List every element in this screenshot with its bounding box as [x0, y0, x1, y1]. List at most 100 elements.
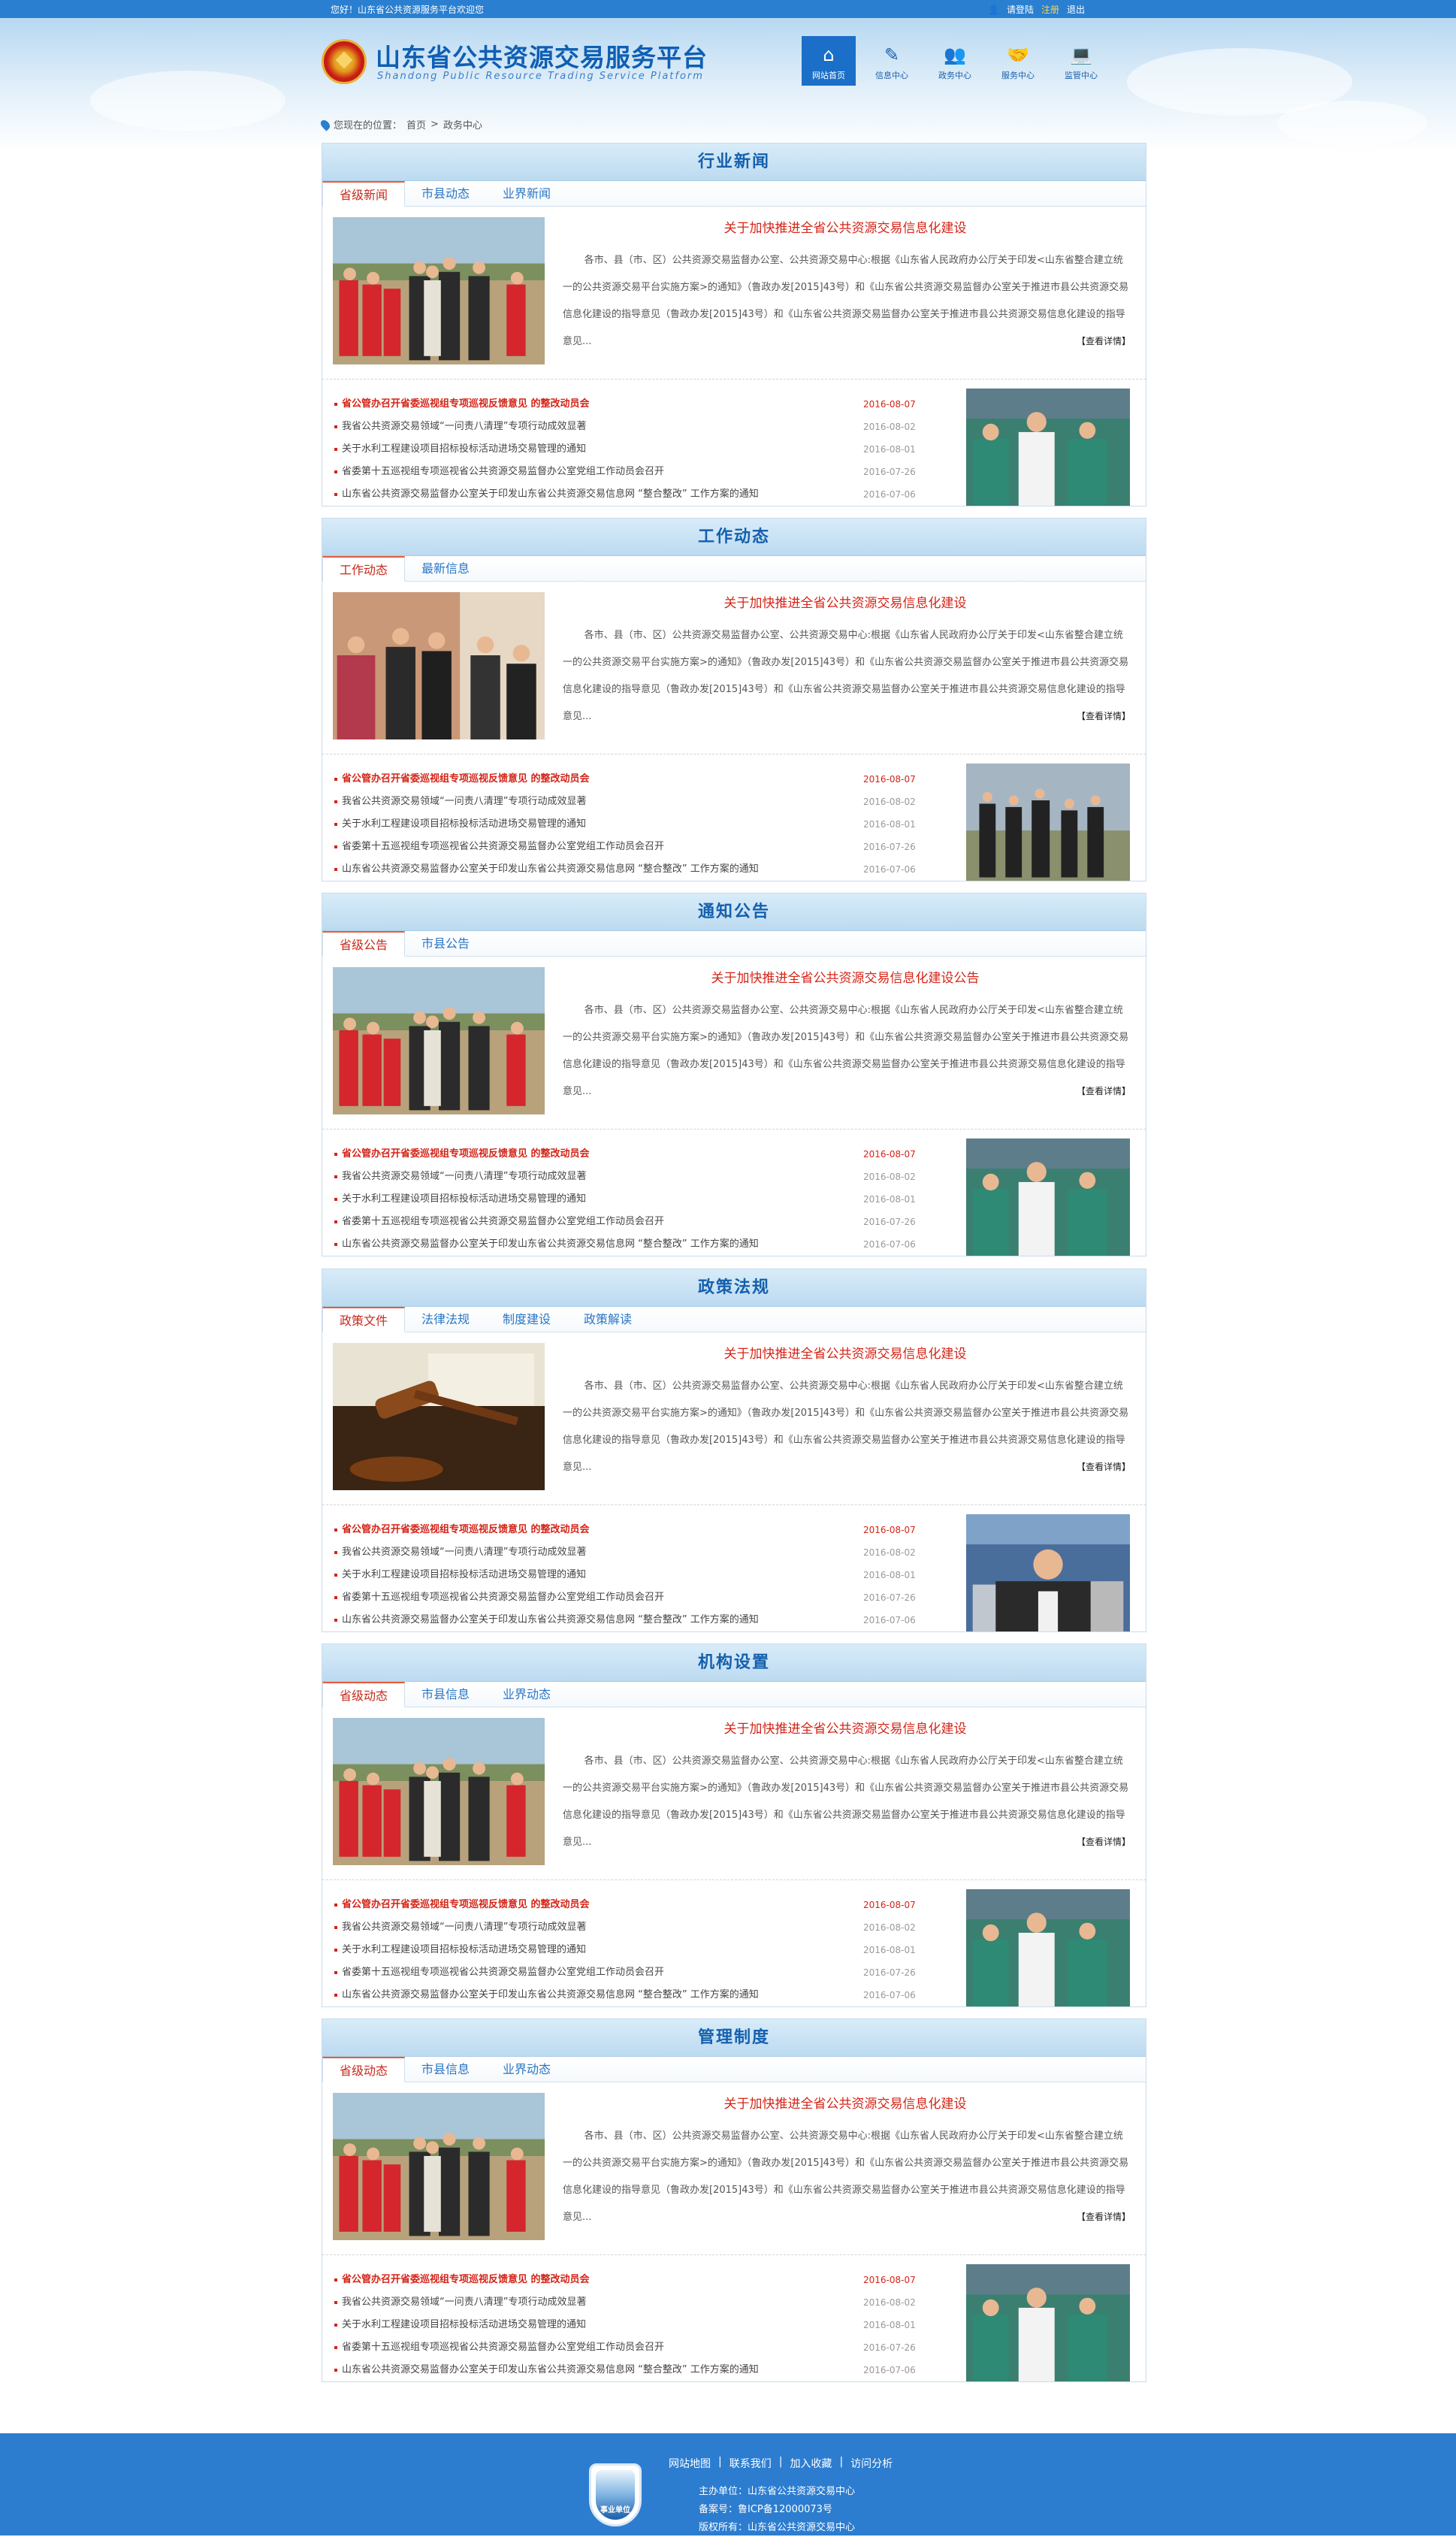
- featured-title[interactable]: 关于加快推进全省公共资源交易信息化建设: [560, 2093, 1131, 2112]
- news-item[interactable]: 我省公共资源交易领域“一问责八清理”专项行动成效显著 2016-08-02: [333, 1916, 938, 1939]
- news-item[interactable]: 关于水利工程建设项目招标投标活动进场交易管理的通知 2016-08-01: [333, 813, 938, 836]
- news-title[interactable]: 省公管办召开省委巡视组专项巡视反馈意见 的整改动员会: [333, 2269, 590, 2291]
- news-title[interactable]: 山东省公共资源交易监督办公室关于印发山东省公共资源交易信息网 “整合整改” 工作…: [333, 1984, 759, 2006]
- news-item[interactable]: 山东省公共资源交易监督办公室关于印发山东省公共资源交易信息网 “整合整改” 工作…: [333, 483, 938, 506]
- news-item[interactable]: 省委第十五巡视组专项巡视省公共资源交易监督办公室党组工作动员会召开 2016-07…: [333, 836, 938, 858]
- news-title[interactable]: 省委第十五巡视组专项巡视省公共资源交易监督办公室党组工作动员会召开: [333, 461, 664, 483]
- section-tab[interactable]: 市县信息: [405, 2057, 486, 2082]
- news-item[interactable]: 省公管办召开省委巡视组专项巡视反馈意见 的整改动员会 2016-08-07: [333, 1143, 938, 1166]
- news-item[interactable]: 关于水利工程建设项目招标投标活动进场交易管理的通知 2016-08-01: [333, 1939, 938, 1961]
- section-tab[interactable]: 法律法规: [405, 1307, 486, 1332]
- news-title[interactable]: 山东省公共资源交易监督办公室关于印发山东省公共资源交易信息网 “整合整改” 工作…: [333, 1609, 759, 1631]
- featured-photo[interactable]: [333, 1343, 545, 1490]
- section-tab[interactable]: 政策解读: [567, 1307, 648, 1332]
- news-title[interactable]: 我省公共资源交易领域“一问责八清理”专项行动成效显著: [333, 1916, 586, 1939]
- news-title[interactable]: 省委第十五巡视组专项巡视省公共资源交易监督办公室党组工作动员会召开: [333, 1586, 664, 1609]
- nav-item-2[interactable]: 👥 政务中心: [928, 36, 982, 86]
- featured-photo[interactable]: [333, 2093, 545, 2240]
- featured-photo[interactable]: [333, 1718, 545, 1865]
- section-tab[interactable]: 业界动态: [486, 2057, 567, 2082]
- news-title[interactable]: 省公管办召开省委巡视组专项巡视反馈意见 的整改动员会: [333, 393, 590, 416]
- nav-item-1[interactable]: ✎ 信息中心: [865, 36, 919, 86]
- section-tab[interactable]: 市县信息: [405, 1682, 486, 1707]
- news-title[interactable]: 关于水利工程建设项目招标投标活动进场交易管理的通知: [333, 813, 586, 836]
- news-title[interactable]: 省委第十五巡视组专项巡视省公共资源交易监督办公室党组工作动员会召开: [333, 1211, 664, 1233]
- news-item[interactable]: 山东省公共资源交易监督办公室关于印发山东省公共资源交易信息网 “整合整改” 工作…: [333, 1984, 938, 2006]
- news-item[interactable]: 我省公共资源交易领域“一问责八清理”专项行动成效显著 2016-08-02: [333, 791, 938, 813]
- register-link[interactable]: 注册: [1041, 3, 1059, 16]
- news-title[interactable]: 省委第十五巡视组专项巡视省公共资源交易监督办公室党组工作动员会召开: [333, 2336, 664, 2359]
- news-item[interactable]: 我省公共资源交易领域“一问责八清理”专项行动成效显著 2016-08-02: [333, 1166, 938, 1188]
- news-title[interactable]: 我省公共资源交易领域“一问责八清理”专项行动成效显著: [333, 416, 586, 438]
- news-title[interactable]: 省公管办召开省委巡视组专项巡视反馈意见 的整改动员会: [333, 1519, 590, 1541]
- featured-title[interactable]: 关于加快推进全省公共资源交易信息化建设: [560, 1343, 1131, 1362]
- news-item[interactable]: 省公管办召开省委巡视组专项巡视反馈意见 的整改动员会 2016-08-07: [333, 1519, 938, 1541]
- news-item[interactable]: 省委第十五巡视组专项巡视省公共资源交易监督办公室党组工作动员会召开 2016-07…: [333, 2336, 938, 2359]
- section-tab[interactable]: 最新信息: [405, 556, 486, 581]
- news-item[interactable]: 省委第十五巡视组专项巡视省公共资源交易监督办公室党组工作动员会召开 2016-07…: [333, 1586, 938, 1609]
- footer-link-analytics[interactable]: 访问分析: [850, 2456, 893, 2471]
- news-title[interactable]: 省公管办召开省委巡视组专项巡视反馈意见 的整改动员会: [333, 1894, 590, 1916]
- news-item[interactable]: 省公管办召开省委巡视组专项巡视反馈意见 的整改动员会 2016-08-07: [333, 1894, 938, 1916]
- news-item[interactable]: 我省公共资源交易领域“一问责八清理”专项行动成效显著 2016-08-02: [333, 2291, 938, 2314]
- news-photo[interactable]: [966, 764, 1130, 881]
- news-title[interactable]: 关于水利工程建设项目招标投标活动进场交易管理的通知: [333, 2314, 586, 2336]
- news-title[interactable]: 省委第十五巡视组专项巡视省公共资源交易监督办公室党组工作动员会召开: [333, 836, 664, 858]
- news-item[interactable]: 省委第十五巡视组专项巡视省公共资源交易监督办公室党组工作动员会召开 2016-07…: [333, 1211, 938, 1233]
- news-title[interactable]: 山东省公共资源交易监督办公室关于印发山东省公共资源交易信息网 “整合整改” 工作…: [333, 1233, 759, 1256]
- footer-link-favorite[interactable]: 加入收藏: [790, 2456, 832, 2471]
- view-details-link[interactable]: 【查看详情】: [1077, 334, 1131, 347]
- featured-title[interactable]: 关于加快推进全省公共资源交易信息化建设: [560, 1718, 1131, 1737]
- public-institution-badge-icon[interactable]: 事业单位: [589, 2463, 642, 2526]
- section-tab[interactable]: 政策文件: [322, 1307, 406, 1332]
- footer-link-contact[interactable]: 联系我们: [730, 2456, 772, 2471]
- news-photo[interactable]: [966, 2264, 1130, 2381]
- news-title[interactable]: 省公管办召开省委巡视组专项巡视反馈意见 的整改动员会: [333, 768, 590, 791]
- news-photo[interactable]: [966, 1889, 1130, 2006]
- section-tab[interactable]: 工作动态: [322, 556, 406, 582]
- news-title[interactable]: 省公管办召开省委巡视组专项巡视反馈意见 的整改动员会: [333, 1143, 590, 1166]
- news-item[interactable]: 关于水利工程建设项目招标投标活动进场交易管理的通知 2016-08-01: [333, 1188, 938, 1211]
- news-item[interactable]: 山东省公共资源交易监督办公室关于印发山东省公共资源交易信息网 “整合整改” 工作…: [333, 1233, 938, 1256]
- section-tab[interactable]: 制度建设: [486, 1307, 567, 1332]
- news-title[interactable]: 我省公共资源交易领域“一问责八清理”专项行动成效显著: [333, 1541, 586, 1564]
- view-details-link[interactable]: 【查看详情】: [1077, 1460, 1131, 1473]
- featured-title[interactable]: 关于加快推进全省公共资源交易信息化建设公告: [560, 967, 1131, 986]
- news-item[interactable]: 省委第十五巡视组专项巡视省公共资源交易监督办公室党组工作动员会召开 2016-07…: [333, 1961, 938, 1984]
- news-title[interactable]: 省委第十五巡视组专项巡视省公共资源交易监督办公室党组工作动员会召开: [333, 1961, 664, 1984]
- news-photo[interactable]: [966, 389, 1130, 506]
- breadcrumb-home[interactable]: 首页: [406, 117, 426, 132]
- view-details-link[interactable]: 【查看详情】: [1077, 1084, 1131, 1097]
- news-photo[interactable]: [966, 1514, 1130, 1631]
- site-title[interactable]: 山东省公共资源交易服务平台: [376, 38, 708, 74]
- section-tab[interactable]: 业界动态: [486, 1682, 567, 1707]
- section-tab[interactable]: 省级公告: [322, 931, 406, 957]
- news-title[interactable]: 关于水利工程建设项目招标投标活动进场交易管理的通知: [333, 1564, 586, 1586]
- news-item[interactable]: 省公管办召开省委巡视组专项巡视反馈意见 的整改动员会 2016-08-07: [333, 768, 938, 791]
- news-item[interactable]: 我省公共资源交易领域“一问责八清理”专项行动成效显著 2016-08-02: [333, 416, 938, 438]
- news-item[interactable]: 山东省公共资源交易监督办公室关于印发山东省公共资源交易信息网 “整合整改” 工作…: [333, 858, 938, 881]
- login-link[interactable]: 请登陆: [1007, 3, 1034, 16]
- nav-item-4[interactable]: 💻 监管中心: [1054, 36, 1108, 86]
- featured-title[interactable]: 关于加快推进全省公共资源交易信息化建设: [560, 592, 1131, 611]
- nav-item-3[interactable]: 🤝 服务中心: [991, 36, 1045, 86]
- section-tab[interactable]: 市县公告: [405, 931, 486, 956]
- news-title[interactable]: 我省公共资源交易领域“一问责八清理”专项行动成效显著: [333, 2291, 586, 2314]
- view-details-link[interactable]: 【查看详情】: [1077, 1835, 1131, 1848]
- news-item[interactable]: 省公管办召开省委巡视组专项巡视反馈意见 的整改动员会 2016-08-07: [333, 2269, 938, 2291]
- news-title[interactable]: 关于水利工程建设项目招标投标活动进场交易管理的通知: [333, 1188, 586, 1211]
- news-item[interactable]: 关于水利工程建设项目招标投标活动进场交易管理的通知 2016-08-01: [333, 438, 938, 461]
- section-tab[interactable]: 业界新闻: [486, 181, 567, 206]
- featured-title[interactable]: 关于加快推进全省公共资源交易信息化建设: [560, 217, 1131, 236]
- news-item[interactable]: 省公管办召开省委巡视组专项巡视反馈意见 的整改动员会 2016-08-07: [333, 393, 938, 416]
- news-title[interactable]: 我省公共资源交易领域“一问责八清理”专项行动成效显著: [333, 791, 586, 813]
- section-tab[interactable]: 市县动态: [405, 181, 486, 206]
- featured-photo[interactable]: [333, 967, 545, 1114]
- news-photo[interactable]: [966, 1138, 1130, 1256]
- news-item[interactable]: 山东省公共资源交易监督办公室关于印发山东省公共资源交易信息网 “整合整改” 工作…: [333, 2359, 938, 2381]
- section-tab[interactable]: 省级动态: [322, 2057, 406, 2082]
- logout-link[interactable]: 退出: [1067, 3, 1085, 16]
- news-item[interactable]: 我省公共资源交易领域“一问责八清理”专项行动成效显著 2016-08-02: [333, 1541, 938, 1564]
- news-title[interactable]: 山东省公共资源交易监督办公室关于印发山东省公共资源交易信息网 “整合整改” 工作…: [333, 2359, 759, 2381]
- news-title[interactable]: 山东省公共资源交易监督办公室关于印发山东省公共资源交易信息网 “整合整改” 工作…: [333, 858, 759, 881]
